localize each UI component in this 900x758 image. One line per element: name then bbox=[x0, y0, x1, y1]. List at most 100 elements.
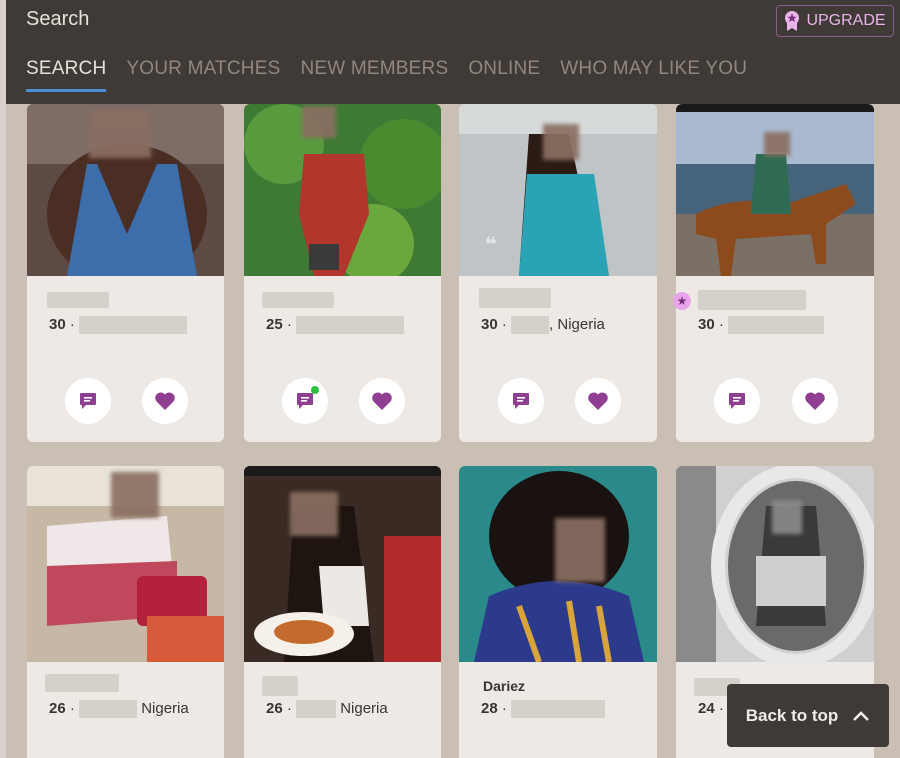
message-button[interactable] bbox=[714, 378, 760, 424]
upgrade-button[interactable]: UPGRADE bbox=[776, 5, 894, 37]
profile-age: 28 bbox=[481, 700, 498, 717]
location-redacted bbox=[79, 316, 188, 335]
face-blur bbox=[543, 124, 579, 160]
profile-meta: 28 · bbox=[481, 700, 606, 719]
location-redacted bbox=[296, 316, 405, 335]
profile-photo[interactable] bbox=[676, 466, 874, 662]
profile-meta: 25 · bbox=[266, 316, 405, 335]
heart-icon bbox=[805, 392, 825, 410]
tab-who-may-like-you[interactable]: WHO MAY LIKE YOU bbox=[560, 58, 747, 92]
page-title: Search bbox=[26, 8, 90, 30]
profile-name-redacted bbox=[262, 292, 334, 308]
profile-card[interactable]: 30 · bbox=[676, 104, 874, 442]
heart-icon bbox=[588, 392, 608, 410]
tab-new-members[interactable]: NEW MEMBERS bbox=[300, 58, 448, 92]
search-tabs: SEARCH YOUR MATCHES NEW MEMBERS ONLINE W… bbox=[26, 58, 747, 92]
profile-location: , Nigeria bbox=[549, 316, 605, 333]
profile-meta: 30 · , Nigeria bbox=[481, 316, 605, 335]
upgrade-label: UPGRADE bbox=[806, 12, 886, 29]
profile-photo[interactable] bbox=[244, 104, 441, 276]
location-redacted bbox=[296, 700, 337, 719]
photo-image bbox=[244, 466, 441, 662]
chevron-up-icon bbox=[853, 710, 870, 721]
tab-search[interactable]: SEARCH bbox=[26, 58, 107, 92]
profile-meta: 26 · Nigeria bbox=[266, 700, 388, 719]
profile-photo[interactable]: ❝ bbox=[459, 104, 657, 276]
profile-photo[interactable] bbox=[459, 466, 657, 662]
profile-card[interactable]: ❝ 30 · , Nigeria bbox=[459, 104, 657, 442]
face-blur bbox=[89, 110, 151, 158]
profile-grid: 30 · 25 · ❝ 30 · , Nigeria 30 · ★ 26 · N… bbox=[0, 0, 900, 758]
face-blur bbox=[290, 492, 338, 536]
location-redacted bbox=[511, 316, 550, 335]
heart-icon bbox=[372, 392, 392, 410]
card-info: 30 · , Nigeria bbox=[459, 276, 657, 442]
message-button[interactable] bbox=[282, 378, 328, 424]
profile-meta: 24 · bbox=[698, 700, 724, 717]
profile-name: Dariez bbox=[483, 678, 526, 694]
location-redacted bbox=[728, 316, 825, 335]
profile-meta: 26 · Nigeria bbox=[49, 700, 189, 719]
ribbon-star-icon bbox=[785, 11, 800, 31]
profile-name-redacted bbox=[262, 676, 298, 696]
online-indicator bbox=[311, 386, 319, 394]
tab-online[interactable]: ONLINE bbox=[468, 58, 540, 92]
profile-photo[interactable] bbox=[244, 466, 441, 662]
profile-name-redacted bbox=[47, 292, 109, 308]
profile-meta: 30 · bbox=[698, 316, 825, 335]
card-info: 25 · bbox=[244, 276, 441, 442]
profile-card[interactable]: Dariez 28 · bbox=[459, 466, 657, 758]
photo-image bbox=[244, 104, 441, 276]
face-blur bbox=[555, 518, 605, 582]
quote-icon: ❝ bbox=[485, 234, 497, 256]
like-button[interactable] bbox=[792, 378, 838, 424]
top-header: Search UPGRADE SEARCH YOUR MATCHES NEW M… bbox=[6, 0, 900, 104]
profile-location: Nigeria bbox=[141, 700, 189, 717]
like-button[interactable] bbox=[359, 378, 405, 424]
profile-age: 25 bbox=[266, 316, 283, 333]
heart-icon bbox=[155, 392, 175, 410]
profile-age: 30 bbox=[49, 316, 66, 333]
face-blur bbox=[111, 472, 159, 518]
face-blur bbox=[772, 500, 802, 534]
profile-card[interactable]: 26 · Nigeria bbox=[27, 466, 224, 758]
profile-card[interactable]: 30 · bbox=[27, 104, 224, 442]
profile-location: Nigeria bbox=[340, 700, 388, 717]
chat-bubble-icon bbox=[297, 393, 313, 409]
profile-card[interactable]: 25 · bbox=[244, 104, 441, 442]
profile-meta: 30 · bbox=[49, 316, 188, 335]
like-button[interactable] bbox=[142, 378, 188, 424]
card-info: Dariez 28 · bbox=[459, 662, 657, 758]
profile-photo[interactable] bbox=[27, 466, 224, 662]
card-info: 30 · bbox=[676, 276, 874, 442]
message-button[interactable] bbox=[498, 378, 544, 424]
tab-your-matches[interactable]: YOUR MATCHES bbox=[126, 58, 280, 92]
back-to-top-label: Back to top bbox=[745, 705, 839, 725]
chat-bubble-icon bbox=[80, 393, 96, 409]
card-info: 30 · bbox=[27, 276, 224, 442]
profile-card[interactable]: 26 · Nigeria bbox=[244, 466, 441, 758]
face-blur bbox=[302, 106, 336, 138]
card-info: 26 · Nigeria bbox=[244, 662, 441, 758]
profile-name-redacted bbox=[45, 674, 119, 692]
chat-bubble-icon bbox=[513, 393, 529, 409]
chat-bubble-icon bbox=[729, 393, 745, 409]
location-redacted bbox=[511, 700, 606, 719]
profile-name-redacted bbox=[479, 288, 551, 308]
profile-age: 26 bbox=[49, 700, 66, 717]
profile-age: 26 bbox=[266, 700, 283, 717]
card-info: 26 · Nigeria bbox=[27, 662, 224, 758]
premium-star-icon: ★ bbox=[673, 292, 691, 310]
message-button[interactable] bbox=[65, 378, 111, 424]
profile-age: 24 bbox=[698, 700, 715, 717]
profile-name-redacted bbox=[698, 290, 806, 310]
face-blur bbox=[764, 132, 790, 156]
profile-photo[interactable] bbox=[676, 104, 874, 276]
profile-age: 30 bbox=[698, 316, 715, 333]
location-redacted bbox=[79, 700, 138, 719]
like-button[interactable] bbox=[575, 378, 621, 424]
profile-photo[interactable] bbox=[27, 104, 224, 276]
photo-image bbox=[676, 466, 874, 662]
profile-age: 30 bbox=[481, 316, 498, 333]
back-to-top-button[interactable]: Back to top bbox=[727, 684, 889, 747]
